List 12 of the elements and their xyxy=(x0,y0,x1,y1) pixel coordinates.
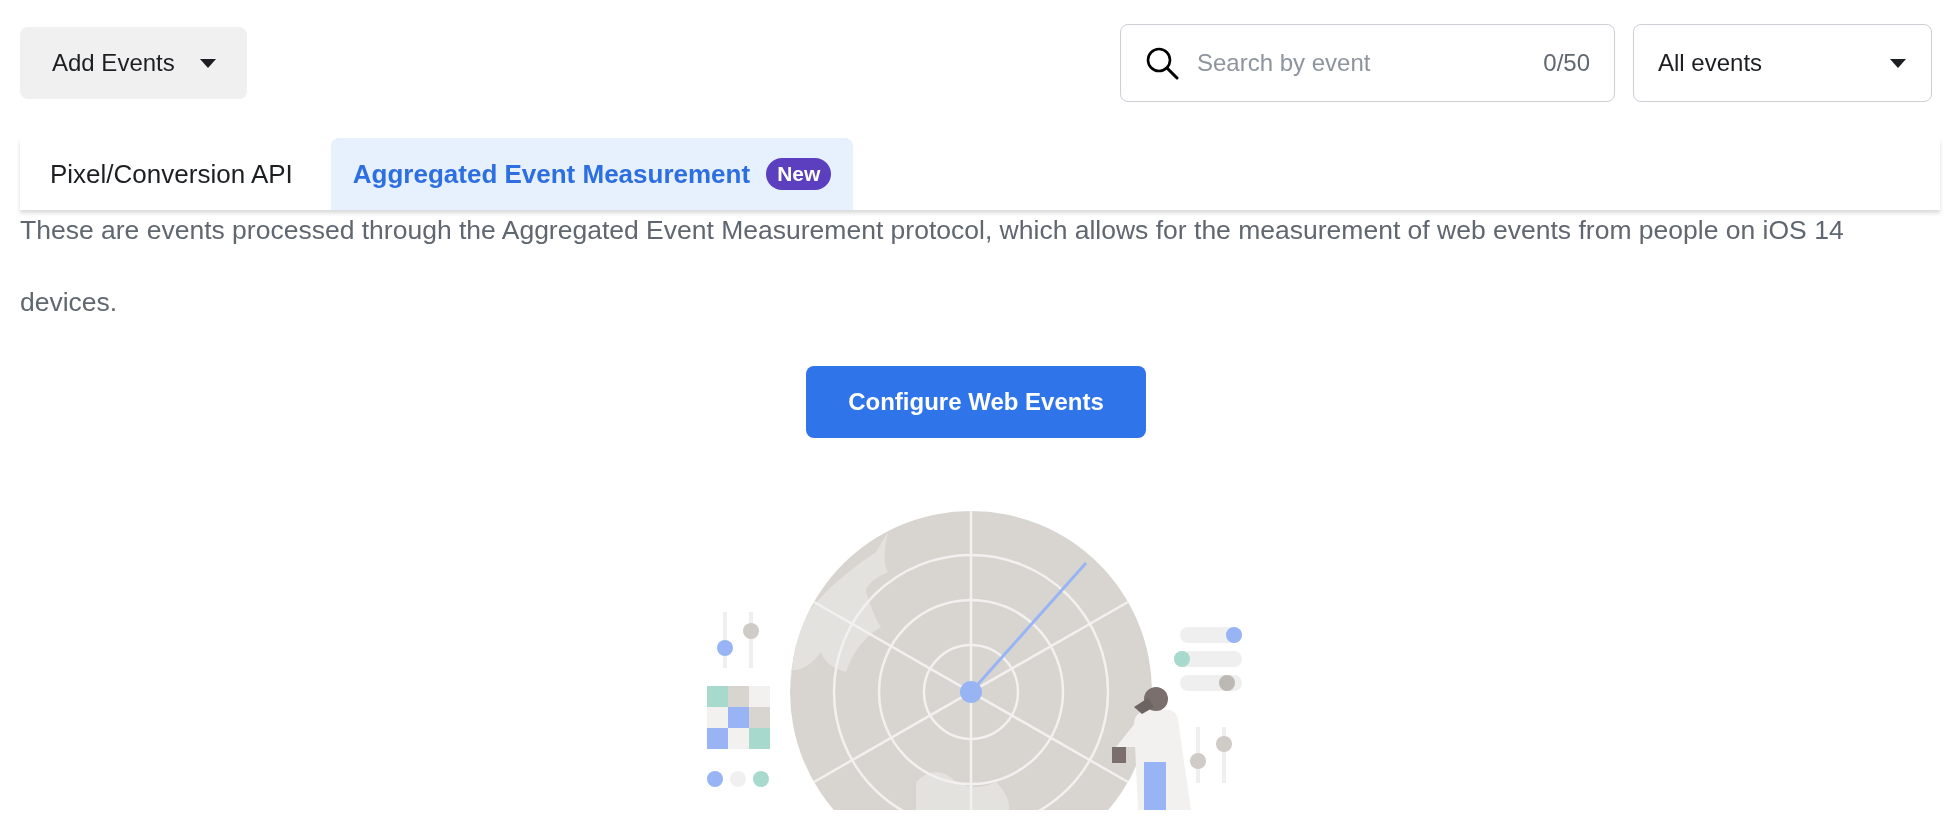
search-bar[interactable]: Search by event 0/50 xyxy=(1120,24,1615,102)
caret-icon xyxy=(198,57,217,69)
description-text: These are events processed through the Aggregated Event Measurement protocol, which allows for the measurement of web events from people on iOS 14 devices. xyxy=(20,214,1845,319)
add-events-button[interactable]: Add Events xyxy=(20,27,247,99)
event-filter-dropdown[interactable]: All events xyxy=(1633,24,1932,102)
configure-web-events-button[interactable]: Configure Web Events xyxy=(806,366,1146,438)
tab[interactable]: Aggregated Event Measurement New xyxy=(330,138,854,210)
caret-icon xyxy=(1889,57,1907,69)
new-badge: New xyxy=(766,158,832,190)
search-counter: 0/50 xyxy=(1543,49,1590,77)
search-icon xyxy=(1145,46,1179,80)
tab[interactable]: Pixel/Conversion API xyxy=(28,138,315,210)
